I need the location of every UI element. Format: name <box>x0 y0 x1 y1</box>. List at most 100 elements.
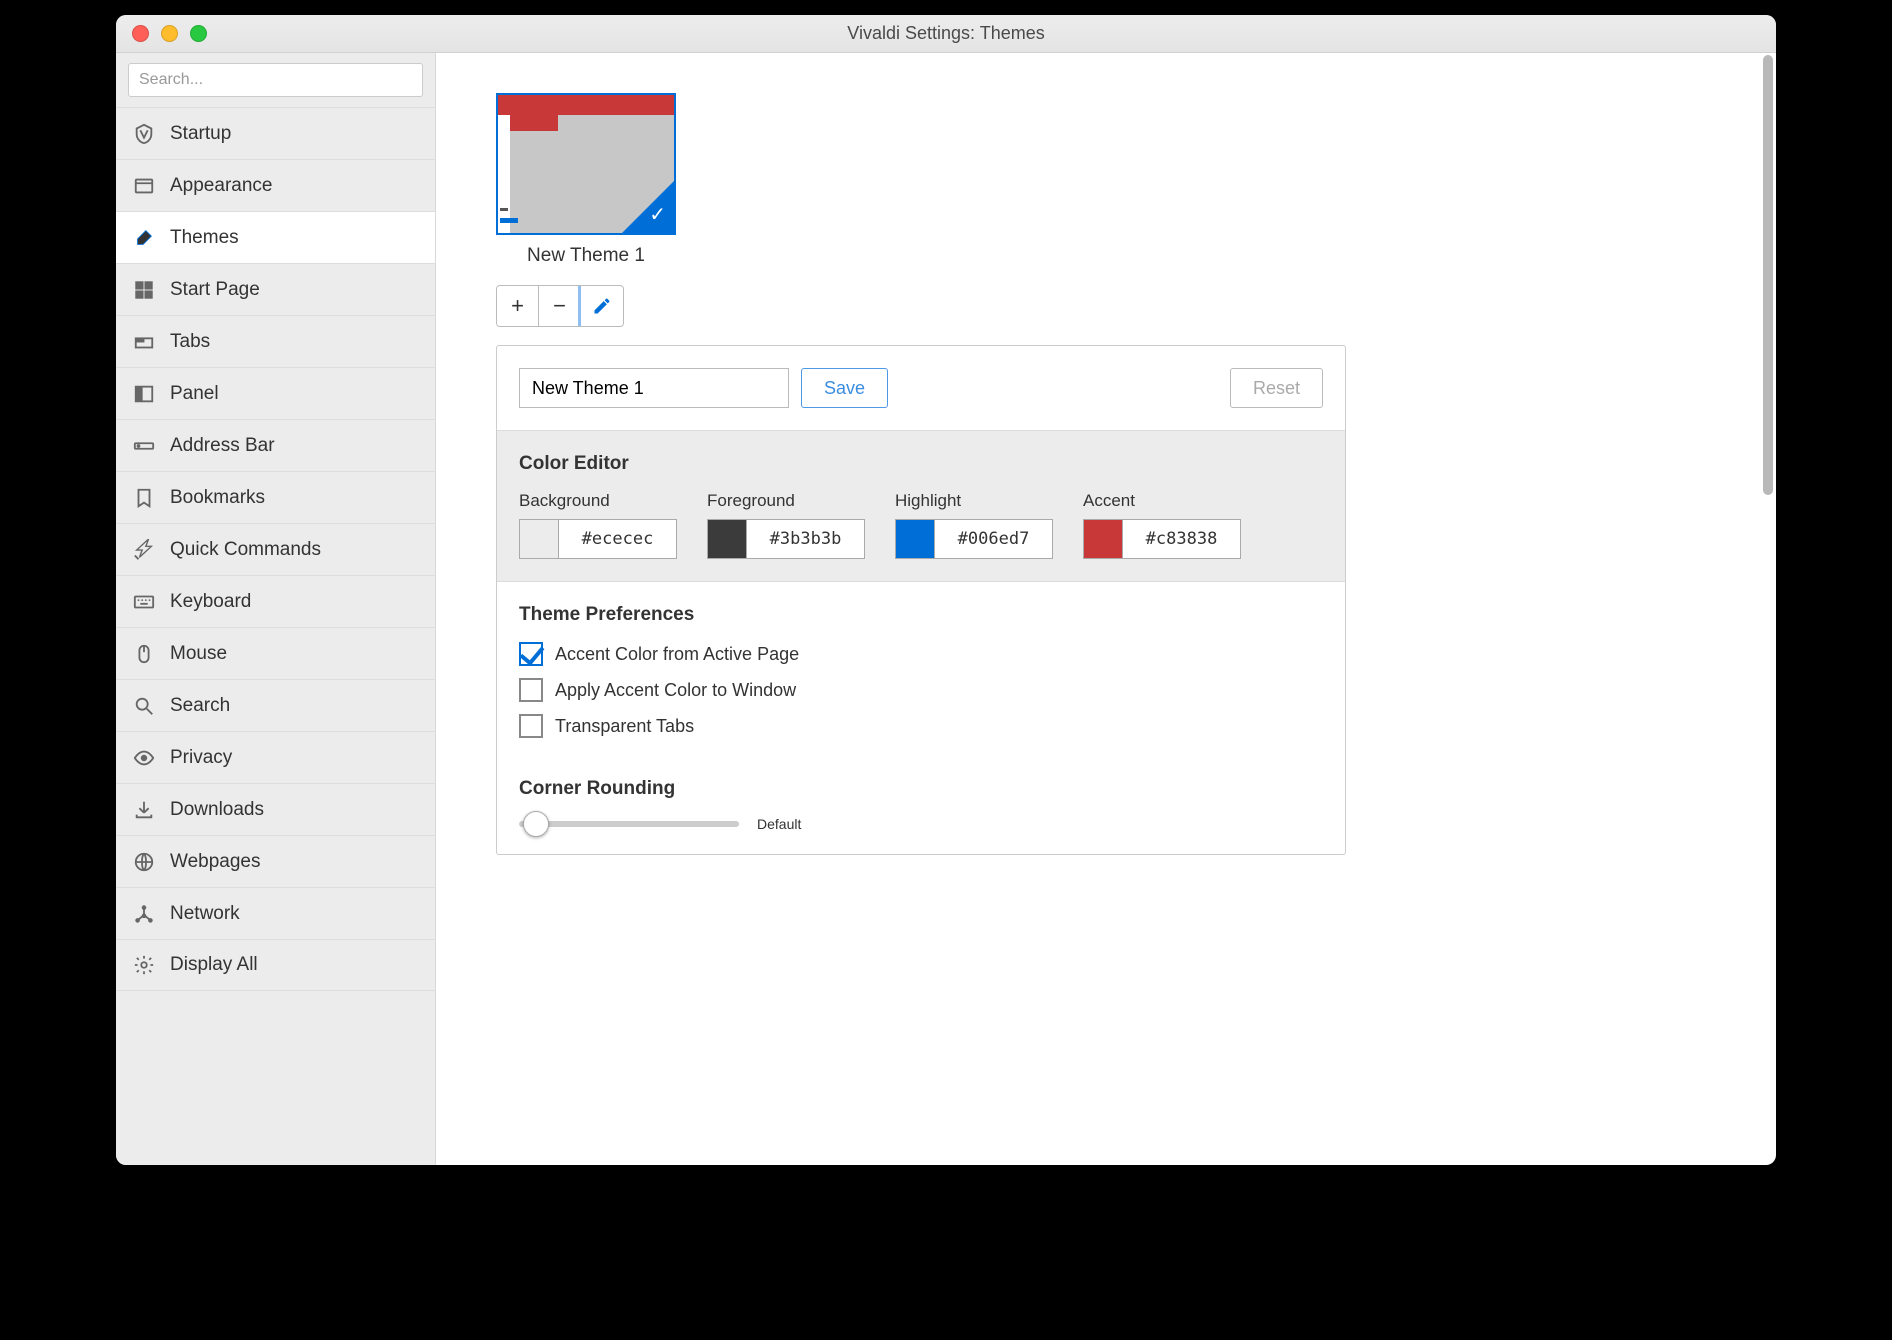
corner-rounding-value: Default <box>757 816 801 832</box>
pref-label: Transparent Tabs <box>555 716 694 737</box>
sidebar-item-panel[interactable]: Panel <box>116 367 435 419</box>
sidebar-item-network[interactable]: Network <box>116 887 435 939</box>
color-hex-input[interactable]: #3b3b3b <box>747 519 865 559</box>
theme-toolbar: + − <box>496 285 624 327</box>
editor-panel: Save Reset Color Editor Background #ecec… <box>496 345 1346 855</box>
add-theme-button[interactable]: + <box>497 286 539 326</box>
sidebar-item-label: Keyboard <box>170 591 251 613</box>
globe-icon <box>132 850 156 874</box>
pref-label: Accent Color from Active Page <box>555 644 799 665</box>
search-container <box>128 63 423 97</box>
color-swatch[interactable] <box>707 519 747 559</box>
corner-rounding-slider[interactable] <box>519 821 739 827</box>
color-field-accent: Accent #c83838 <box>1083 491 1241 559</box>
sidebar-item-address-bar[interactable]: Address Bar <box>116 419 435 471</box>
color-hex-input[interactable]: #ececec <box>559 519 677 559</box>
checkbox[interactable] <box>519 642 543 666</box>
sidebar-item-keyboard[interactable]: Keyboard <box>116 575 435 627</box>
download-icon <box>132 798 156 822</box>
theme-thumbnail[interactable]: ✓ <box>496 93 676 235</box>
quick-icon <box>132 538 156 562</box>
nav-list: Startup Appearance Themes Start Page Tabs Pan… <box>116 107 435 991</box>
sidebar-item-label: Panel <box>170 383 219 405</box>
search-icon <box>132 694 156 718</box>
color-field-background: Background #ececec <box>519 491 677 559</box>
remove-theme-button[interactable]: − <box>539 286 581 326</box>
sidebar-item-privacy[interactable]: Privacy <box>116 731 435 783</box>
sidebar-item-display-all[interactable]: Display All <box>116 939 435 991</box>
main-content: ✓ New Theme 1 + − Save Reset Color Edito… <box>436 53 1776 1165</box>
color-label: Background <box>519 491 677 511</box>
sidebar-item-label: Webpages <box>170 851 261 873</box>
color-swatch[interactable] <box>519 519 559 559</box>
checkbox[interactable] <box>519 714 543 738</box>
pref-transparent-tabs[interactable]: Transparent Tabs <box>519 714 1323 738</box>
sidebar-item-themes[interactable]: Themes <box>116 211 435 263</box>
sidebar-item-label: Downloads <box>170 799 264 821</box>
scrollbar[interactable] <box>1763 55 1773 495</box>
pref-accent-color-from-active-page[interactable]: Accent Color from Active Page <box>519 642 1323 666</box>
search-input[interactable] <box>128 63 423 97</box>
sidebar-item-label: Start Page <box>170 279 260 301</box>
sidebar-item-label: Privacy <box>170 747 232 769</box>
addressbar-icon <box>132 434 156 458</box>
theme-name-input[interactable] <box>519 368 789 408</box>
sidebar-item-quick-commands[interactable]: Quick Commands <box>116 523 435 575</box>
sidebar-item-downloads[interactable]: Downloads <box>116 783 435 835</box>
grid-icon <box>132 278 156 302</box>
eye-icon <box>132 746 156 770</box>
color-editor-heading: Color Editor <box>519 453 1323 475</box>
slider-thumb[interactable] <box>523 811 549 837</box>
gear-icon <box>132 953 156 977</box>
panel-icon <box>132 382 156 406</box>
sidebar-item-label: Mouse <box>170 643 227 665</box>
sidebar-item-mouse[interactable]: Mouse <box>116 627 435 679</box>
sidebar-item-appearance[interactable]: Appearance <box>116 159 435 211</box>
theme-name-label: New Theme 1 <box>496 245 676 267</box>
pref-apply-accent-color-to-window[interactable]: Apply Accent Color to Window <box>519 678 1323 702</box>
vivaldi-icon <box>132 122 156 146</box>
sidebar-item-webpages[interactable]: Webpages <box>116 835 435 887</box>
network-icon <box>132 902 156 926</box>
theme-prefs-section: Theme Preferences Accent Color from Acti… <box>497 581 1345 854</box>
sidebar: Startup Appearance Themes Start Page Tabs Pan… <box>116 53 436 1165</box>
color-hex-input[interactable]: #006ed7 <box>935 519 1053 559</box>
corner-rounding-heading: Corner Rounding <box>519 778 1323 800</box>
sidebar-item-label: Quick Commands <box>170 539 321 561</box>
save-button[interactable]: Save <box>801 368 888 408</box>
sidebar-item-start-page[interactable]: Start Page <box>116 263 435 315</box>
checkbox[interactable] <box>519 678 543 702</box>
sidebar-item-label: Network <box>170 903 240 925</box>
keyboard-icon <box>132 590 156 614</box>
sidebar-item-label: Display All <box>170 954 258 976</box>
titlebar: Vivaldi Settings: Themes <box>116 15 1776 53</box>
sidebar-item-label: Search <box>170 695 230 717</box>
sidebar-item-tabs[interactable]: Tabs <box>116 315 435 367</box>
sidebar-item-bookmarks[interactable]: Bookmarks <box>116 471 435 523</box>
sidebar-item-startup[interactable]: Startup <box>116 107 435 159</box>
bookmark-icon <box>132 486 156 510</box>
color-swatch[interactable] <box>1083 519 1123 559</box>
sidebar-item-label: Startup <box>170 123 231 145</box>
mouse-icon <box>132 642 156 666</box>
check-icon: ✓ <box>649 202 666 227</box>
sidebar-item-label: Tabs <box>170 331 210 353</box>
color-label: Accent <box>1083 491 1241 511</box>
color-swatch[interactable] <box>895 519 935 559</box>
edit-theme-button[interactable] <box>581 286 623 326</box>
tabs-icon <box>132 330 156 354</box>
sidebar-item-label: Bookmarks <box>170 487 265 509</box>
window-title: Vivaldi Settings: Themes <box>116 23 1776 44</box>
settings-window: Vivaldi Settings: Themes Startup Appearan… <box>116 15 1776 1165</box>
window-icon <box>132 174 156 198</box>
color-field-foreground: Foreground #3b3b3b <box>707 491 865 559</box>
color-hex-input[interactable]: #c83838 <box>1123 519 1241 559</box>
sidebar-item-search[interactable]: Search <box>116 679 435 731</box>
theme-prefs-heading: Theme Preferences <box>519 604 1323 626</box>
color-field-highlight: Highlight #006ed7 <box>895 491 1053 559</box>
reset-button[interactable]: Reset <box>1230 368 1323 408</box>
color-label: Foreground <box>707 491 865 511</box>
sidebar-item-label: Appearance <box>170 175 272 197</box>
brush-icon <box>132 226 156 250</box>
color-label: Highlight <box>895 491 1053 511</box>
